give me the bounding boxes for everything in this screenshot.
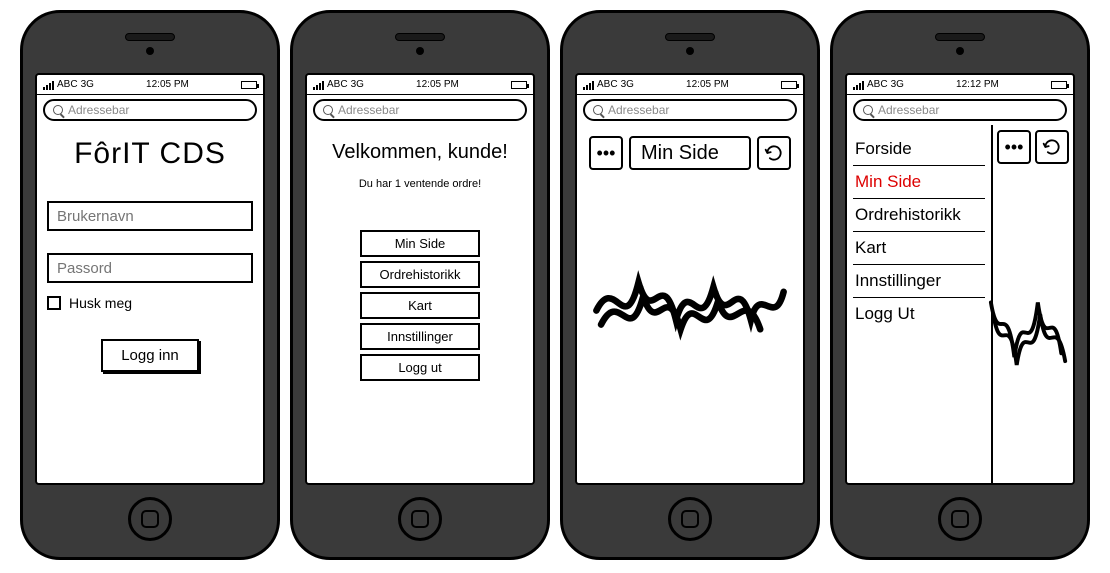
speaker <box>395 33 445 41</box>
clock-label: 12:12 PM <box>956 79 999 90</box>
search-icon <box>863 105 873 115</box>
carrier-label: ABC <box>867 79 888 90</box>
home-button[interactable] <box>128 497 172 541</box>
menu-min-side-button[interactable]: Min Side <box>360 230 480 257</box>
front-camera <box>416 47 424 55</box>
login-button[interactable]: Logg inn <box>101 339 199 372</box>
drawer-item-kart[interactable]: Kart <box>853 232 985 265</box>
refresh-icon <box>764 143 784 163</box>
address-placeholder: Adressebar <box>878 103 939 117</box>
carrier-label: ABC <box>57 79 78 90</box>
network-label: 3G <box>351 79 364 90</box>
screen: ABC 3G 12:05 PM Adressebar FôrIT CDS Hus… <box>35 73 265 485</box>
clock-label: 12:05 PM <box>416 79 459 90</box>
page-title: Min Side <box>629 136 751 170</box>
status-bar: ABC 3G 12:05 PM <box>577 75 803 95</box>
address-bar[interactable]: Adressebar <box>583 99 797 121</box>
speaker <box>125 33 175 41</box>
address-bar[interactable]: Adressebar <box>43 99 257 121</box>
status-bar: ABC 3G 12:05 PM <box>37 75 263 95</box>
more-menu-button[interactable]: ••• <box>997 130 1031 164</box>
drawer-item-logg-ut[interactable]: Logg Ut <box>853 298 985 330</box>
clock-label: 12:05 PM <box>686 79 729 90</box>
status-bar: ABC 3G 12:12 PM <box>847 75 1073 95</box>
battery-icon <box>781 81 797 89</box>
battery-icon <box>241 81 257 89</box>
signal-icon <box>853 80 864 90</box>
carrier-label: ABC <box>327 79 348 90</box>
pending-orders-text: Du har 1 ventende ordre! <box>317 178 523 190</box>
screen: ABC 3G 12:12 PM Adressebar Forside Min S… <box>845 73 1075 485</box>
home-button[interactable] <box>668 497 712 541</box>
remember-me-checkbox[interactable]: Husk meg <box>47 295 253 311</box>
signal-icon <box>313 80 324 90</box>
phone-frame-4: ABC 3G 12:12 PM Adressebar Forside Min S… <box>830 10 1090 560</box>
remember-me-label: Husk meg <box>69 295 132 311</box>
address-bar[interactable]: Adressebar <box>313 99 527 121</box>
more-icon: ••• <box>1005 138 1024 156</box>
menu-ordrehistorikk-button[interactable]: Ordrehistorikk <box>360 261 480 288</box>
phone-frame-3: ABC 3G 12:05 PM Adressebar ••• Min Side <box>560 10 820 560</box>
search-icon <box>323 105 333 115</box>
content-placeholder-scribble <box>587 245 793 357</box>
status-bar: ABC 3G 12:05 PM <box>307 75 533 95</box>
refresh-button[interactable] <box>757 136 791 170</box>
drawer-underlay: ••• <box>993 125 1073 483</box>
clock-label: 12:05 PM <box>146 79 189 90</box>
menu-kart-button[interactable]: Kart <box>360 292 480 319</box>
phone-frame-1: ABC 3G 12:05 PM Adressebar FôrIT CDS Hus… <box>20 10 280 560</box>
menu-logg-ut-button[interactable]: Logg ut <box>360 354 480 381</box>
signal-icon <box>583 80 594 90</box>
nav-drawer: Forside Min Side Ordrehistorikk Kart Inn… <box>847 125 993 483</box>
search-icon <box>53 105 63 115</box>
username-input[interactable] <box>47 201 253 231</box>
checkbox-icon <box>47 296 61 310</box>
more-icon: ••• <box>597 144 616 162</box>
home-button[interactable] <box>398 497 442 541</box>
battery-icon <box>1051 81 1067 89</box>
network-label: 3G <box>621 79 634 90</box>
refresh-icon <box>1042 137 1062 157</box>
phone-frame-2: ABC 3G 12:05 PM Adressebar Velkommen, ku… <box>290 10 550 560</box>
search-icon <box>593 105 603 115</box>
carrier-label: ABC <box>597 79 618 90</box>
welcome-heading: Velkommen, kunde! <box>317 141 523 164</box>
address-bar[interactable]: Adressebar <box>853 99 1067 121</box>
app-title: FôrIT CDS <box>47 137 253 171</box>
address-placeholder: Adressebar <box>338 103 399 117</box>
front-camera <box>686 47 694 55</box>
battery-icon <box>511 81 527 89</box>
menu-innstillinger-button[interactable]: Innstillinger <box>360 323 480 350</box>
front-camera <box>146 47 154 55</box>
address-placeholder: Adressebar <box>68 103 129 117</box>
drawer-item-ordrehistorikk[interactable]: Ordrehistorikk <box>853 199 985 232</box>
refresh-button[interactable] <box>1035 130 1069 164</box>
network-label: 3G <box>81 79 94 90</box>
speaker <box>665 33 715 41</box>
drawer-item-forside[interactable]: Forside <box>853 133 985 166</box>
speaker <box>935 33 985 41</box>
more-menu-button[interactable]: ••• <box>589 136 623 170</box>
signal-icon <box>43 80 54 90</box>
network-label: 3G <box>891 79 904 90</box>
front-camera <box>956 47 964 55</box>
content-placeholder-scribble <box>987 279 1073 388</box>
password-input[interactable] <box>47 253 253 283</box>
address-placeholder: Adressebar <box>608 103 669 117</box>
drawer-item-innstillinger[interactable]: Innstillinger <box>853 265 985 298</box>
home-button[interactable] <box>938 497 982 541</box>
screen: ABC 3G 12:05 PM Adressebar ••• Min Side <box>575 73 805 485</box>
drawer-item-min-side[interactable]: Min Side <box>853 166 985 199</box>
screen: ABC 3G 12:05 PM Adressebar Velkommen, ku… <box>305 73 535 485</box>
